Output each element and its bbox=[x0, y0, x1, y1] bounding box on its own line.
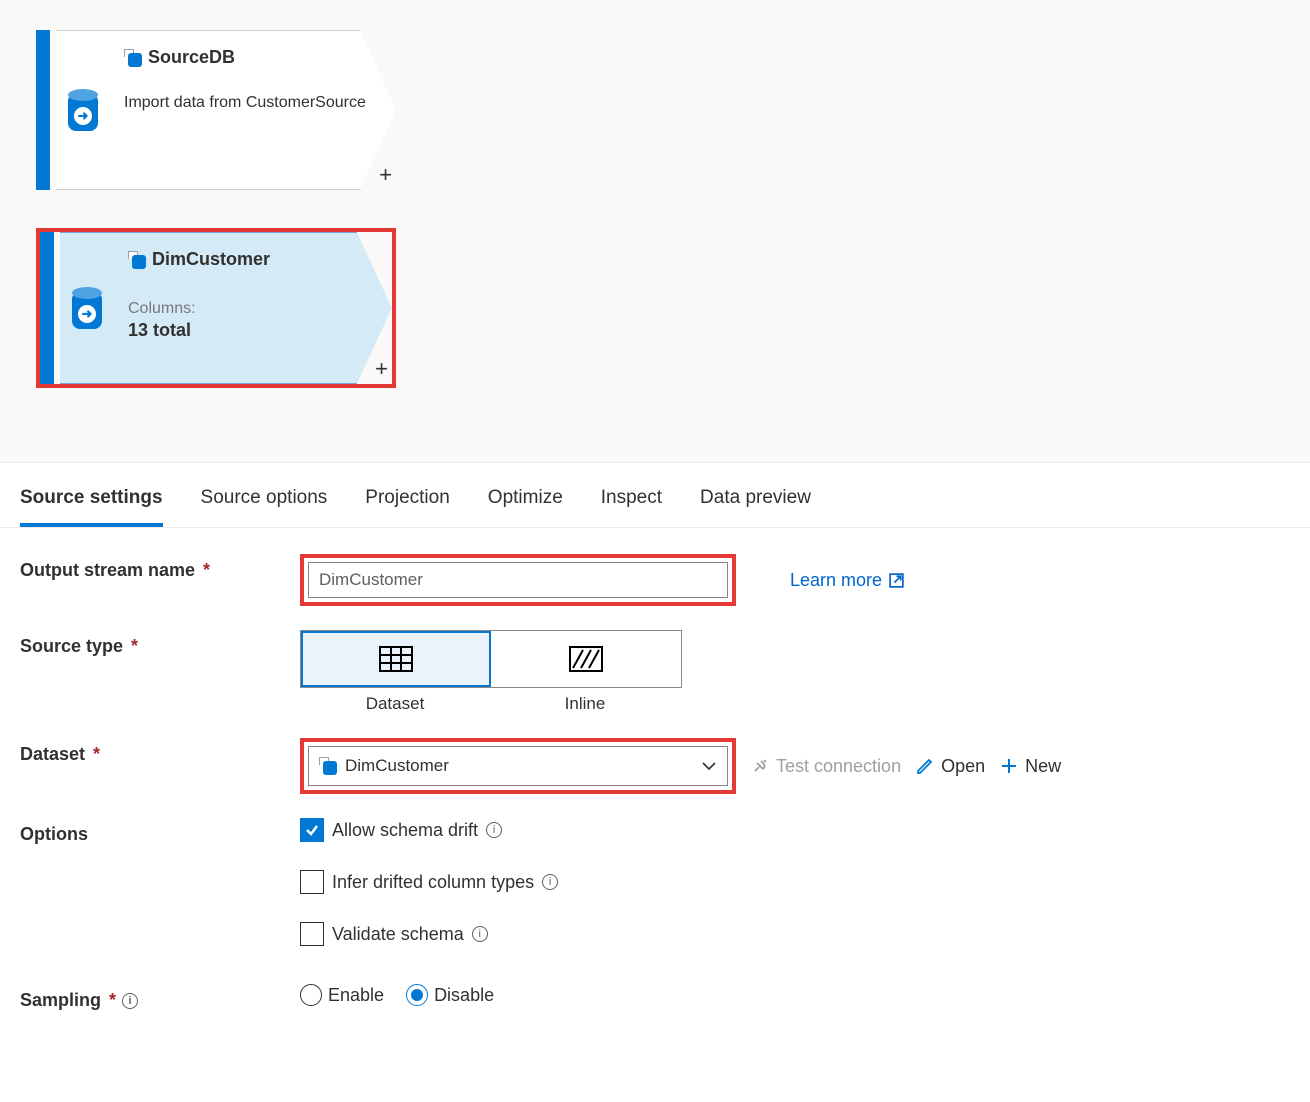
highlight-output-stream bbox=[300, 554, 736, 606]
tab-projection[interactable]: Projection bbox=[365, 481, 450, 527]
new-dataset-button[interactable]: New bbox=[999, 756, 1061, 777]
inline-icon bbox=[569, 646, 603, 672]
sampling-enable-label: Enable bbox=[328, 985, 384, 1006]
source-type-dataset-label: Dataset bbox=[300, 694, 490, 714]
dataset-icon bbox=[319, 757, 337, 775]
dataflow-canvas: ➜ SourceDB Import data from CustomerSour… bbox=[0, 0, 1310, 463]
sampling-label: Sampling* i bbox=[20, 984, 300, 1011]
dataset-dropdown[interactable]: DimCustomer bbox=[308, 746, 728, 786]
add-transformation-button[interactable]: + bbox=[379, 162, 392, 188]
learn-more-link[interactable]: Learn more bbox=[790, 570, 905, 591]
plus-icon bbox=[999, 756, 1019, 776]
pencil-icon bbox=[915, 756, 935, 776]
source-type-label: Source type* bbox=[20, 630, 300, 657]
test-connection-button[interactable]: Test connection bbox=[750, 756, 901, 777]
sampling-disable-radio[interactable] bbox=[406, 984, 428, 1006]
source-type-inline-label: Inline bbox=[490, 694, 680, 714]
sampling-disable-label: Disable bbox=[434, 985, 494, 1006]
node-columns-label: Columns: bbox=[128, 300, 374, 318]
options-label: Options bbox=[20, 818, 300, 845]
sampling-enable-radio[interactable] bbox=[300, 984, 322, 1006]
info-icon[interactable]: i bbox=[542, 874, 558, 890]
output-stream-name-label: Output stream name* bbox=[20, 554, 300, 581]
node-columns-total: 13 total bbox=[128, 320, 374, 341]
dataset-label: Dataset* bbox=[20, 738, 300, 765]
source-settings-form: Output stream name* Learn more Source ty… bbox=[0, 528, 1310, 1075]
dataset-icon bbox=[124, 49, 142, 67]
chevron-down-icon bbox=[701, 761, 717, 771]
settings-tabs: Source settings Source options Projectio… bbox=[0, 463, 1310, 528]
source-type-dataset-option[interactable] bbox=[301, 631, 491, 687]
tab-source-options[interactable]: Source options bbox=[201, 481, 328, 527]
node-title: SourceDB bbox=[148, 47, 235, 68]
info-icon[interactable]: i bbox=[122, 993, 138, 1009]
source-node-dimcustomer[interactable]: ➜ DimCustomer Columns: 13 total + bbox=[36, 228, 396, 388]
database-source-icon: ➜ bbox=[68, 89, 104, 131]
open-dataset-button[interactable]: Open bbox=[915, 756, 985, 777]
info-icon[interactable]: i bbox=[486, 822, 502, 838]
info-icon[interactable]: i bbox=[472, 926, 488, 942]
tab-data-preview[interactable]: Data preview bbox=[700, 481, 811, 527]
node-title: DimCustomer bbox=[152, 249, 270, 270]
source-node-sourcedb[interactable]: ➜ SourceDB Import data from CustomerSour… bbox=[36, 30, 396, 190]
plug-icon bbox=[750, 756, 770, 776]
allow-schema-drift-label: Allow schema drift bbox=[332, 820, 478, 841]
source-type-inline-option[interactable] bbox=[491, 631, 681, 687]
dataset-selected-value: DimCustomer bbox=[345, 756, 449, 776]
tab-inspect[interactable]: Inspect bbox=[601, 481, 662, 527]
dataset-icon bbox=[128, 251, 146, 269]
allow-schema-drift-checkbox[interactable] bbox=[300, 818, 324, 842]
external-link-icon bbox=[888, 572, 905, 589]
node-description: Import data from CustomerSource bbox=[124, 92, 378, 114]
validate-schema-checkbox[interactable] bbox=[300, 922, 324, 946]
validate-schema-label: Validate schema bbox=[332, 924, 464, 945]
database-source-icon: ➜ bbox=[72, 287, 108, 329]
highlight-dataset: DimCustomer bbox=[300, 738, 736, 794]
tab-source-settings[interactable]: Source settings bbox=[20, 481, 163, 527]
tab-optimize[interactable]: Optimize bbox=[488, 481, 563, 527]
add-transformation-button[interactable]: + bbox=[375, 356, 388, 382]
infer-drifted-types-label: Infer drifted column types bbox=[332, 872, 534, 893]
output-stream-name-input[interactable] bbox=[308, 562, 728, 598]
infer-drifted-types-checkbox[interactable] bbox=[300, 870, 324, 894]
table-icon bbox=[379, 646, 413, 672]
